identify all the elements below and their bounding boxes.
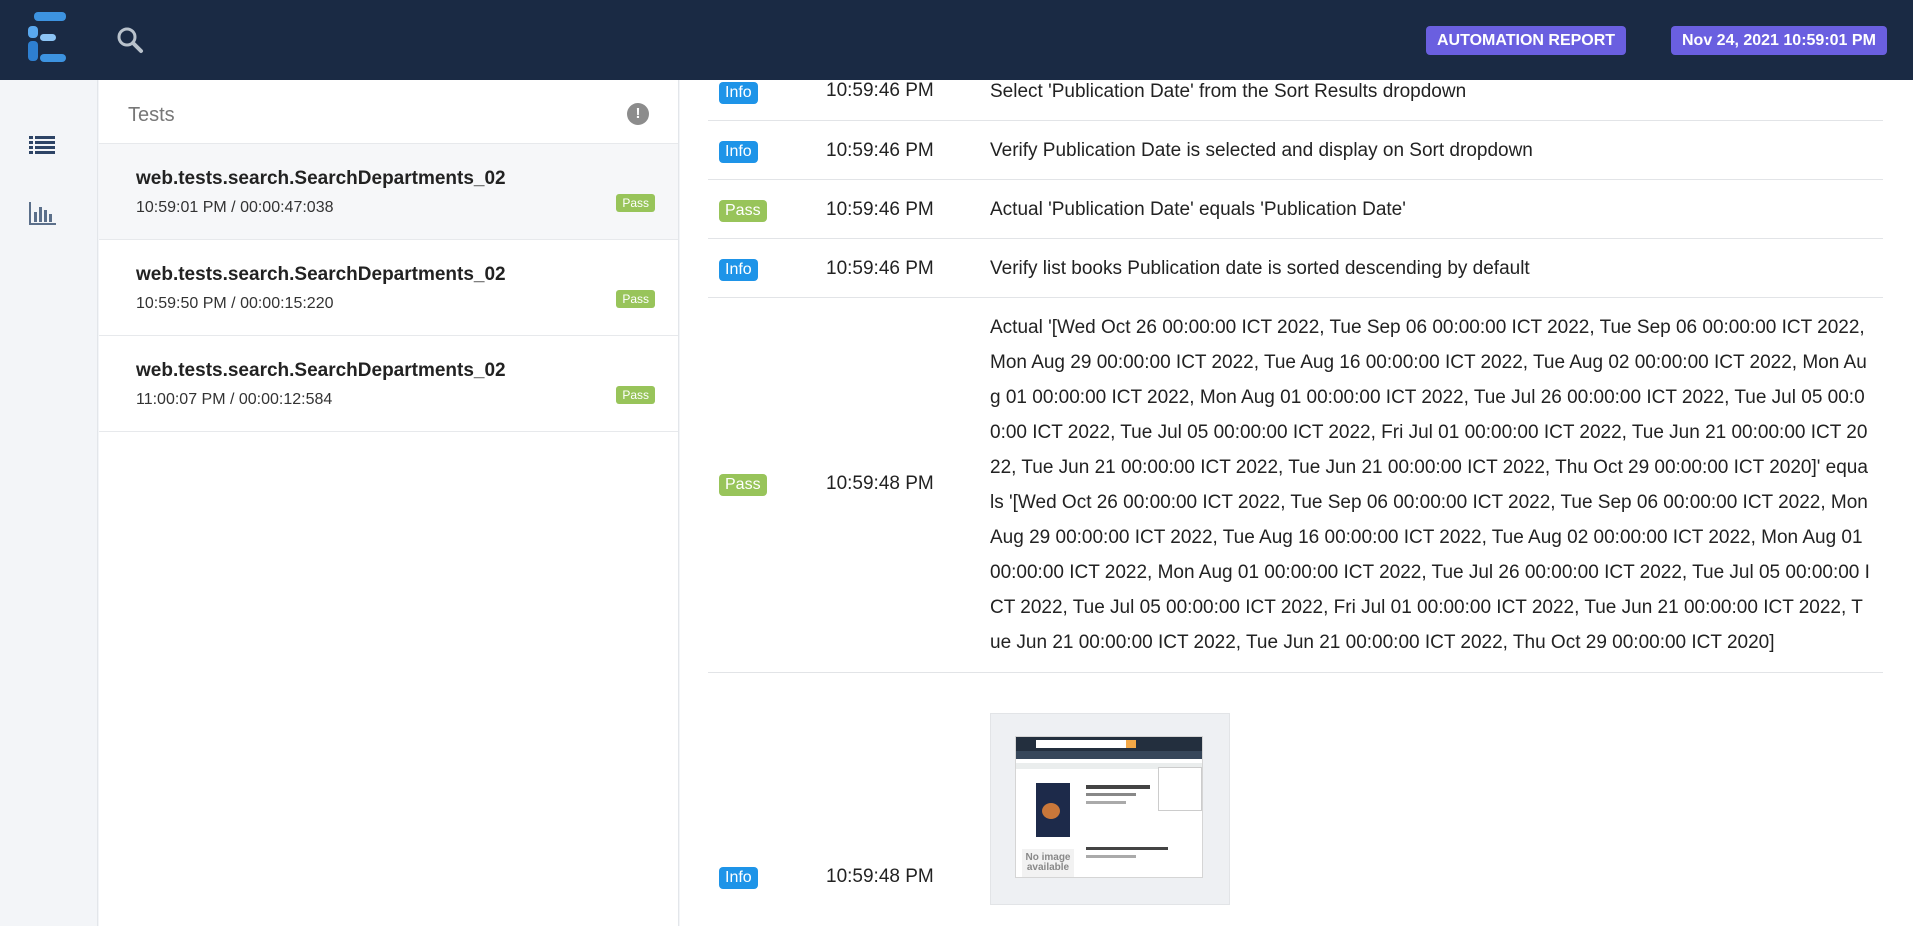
test-name: web.tests.search.SearchDepartments_02 (136, 264, 506, 285)
test-time: 10:59:50 PM / 00:00:15:220 (136, 295, 334, 312)
log-row: Pass 10:59:48 PM Actual '[Wed Oct 26 00:… (708, 298, 1883, 673)
test-time: 11:00:07 PM / 00:00:12:584 (136, 391, 333, 408)
test-name: web.tests.search.SearchDepartments_02 (136, 168, 506, 189)
search-icon[interactable] (116, 26, 144, 54)
log-time: 10:59:48 PM (826, 866, 934, 887)
top-navbar: AUTOMATION REPORT Nov 24, 2021 10:59:01 … (0, 0, 1913, 80)
log-time: 10:59:48 PM (826, 473, 934, 494)
test-detail-panel: Info 10:59:46 PM Select 'Publication Dat… (680, 80, 1913, 926)
screenshot-image: No image available (1015, 736, 1203, 878)
log-time: 10:59:46 PM (826, 258, 934, 279)
log-time: 10:59:46 PM (826, 140, 934, 161)
log-details: Verify Publication Date is selected and … (990, 140, 1533, 161)
log-details: Verify list books Publication date is so… (990, 258, 1530, 279)
log-details: Select 'Publication Date' from the Sort … (990, 81, 1467, 102)
report-title-badge: AUTOMATION REPORT (1426, 26, 1627, 55)
test-item[interactable]: web.tests.search.SearchDepartments_02 10… (99, 240, 678, 336)
log-details: Actual 'Publication Date' equals 'Public… (990, 199, 1406, 220)
app-logo-icon[interactable] (28, 12, 68, 62)
log-row: Info 10:59:46 PM Select 'Publication Dat… (708, 80, 1883, 121)
status-badge: Info (719, 141, 758, 163)
list-icon[interactable] (28, 130, 58, 160)
test-time: 10:59:01 PM / 00:00:47:038 (136, 199, 334, 216)
tests-panel-header: Tests ! (99, 80, 678, 144)
log-details: Actual '[Wed Oct 26 00:00:00 ICT 2022, T… (990, 317, 1870, 653)
screenshot-thumbnail[interactable]: No image available (990, 713, 1230, 905)
status-badge: Pass (719, 474, 767, 496)
status-badge: Pass (616, 194, 655, 212)
exclamation-icon[interactable]: ! (627, 103, 649, 125)
log-time: 10:59:46 PM (826, 199, 934, 220)
status-badge: Info (719, 259, 758, 281)
log-row: Info 10:59:46 PM Verify list books Publi… (708, 239, 1883, 298)
status-badge: Pass (616, 386, 655, 404)
log-time: 10:59:46 PM (826, 80, 934, 101)
status-badge: Info (719, 82, 758, 104)
tests-panel-title: Tests (128, 104, 175, 126)
test-item[interactable]: web.tests.search.SearchDepartments_02 11… (99, 336, 678, 432)
status-badge: Pass (616, 290, 655, 308)
status-badge: Pass (719, 200, 767, 222)
test-item[interactable]: web.tests.search.SearchDepartments_02 10… (99, 144, 678, 240)
tests-panel: Tests ! web.tests.search.SearchDepartmen… (99, 80, 679, 926)
status-badge: Info (719, 867, 758, 889)
bar-chart-icon[interactable] (28, 198, 58, 228)
test-name: web.tests.search.SearchDepartments_02 (136, 360, 506, 381)
log-row: Info 10:59:48 PM No image available (708, 673, 1883, 926)
log-row: Pass 10:59:46 PM Actual 'Publication Dat… (708, 180, 1883, 239)
left-sidebar (0, 80, 98, 926)
log-row: Info 10:59:46 PM Verify Publication Date… (708, 121, 1883, 180)
report-datetime-badge: Nov 24, 2021 10:59:01 PM (1671, 26, 1887, 55)
